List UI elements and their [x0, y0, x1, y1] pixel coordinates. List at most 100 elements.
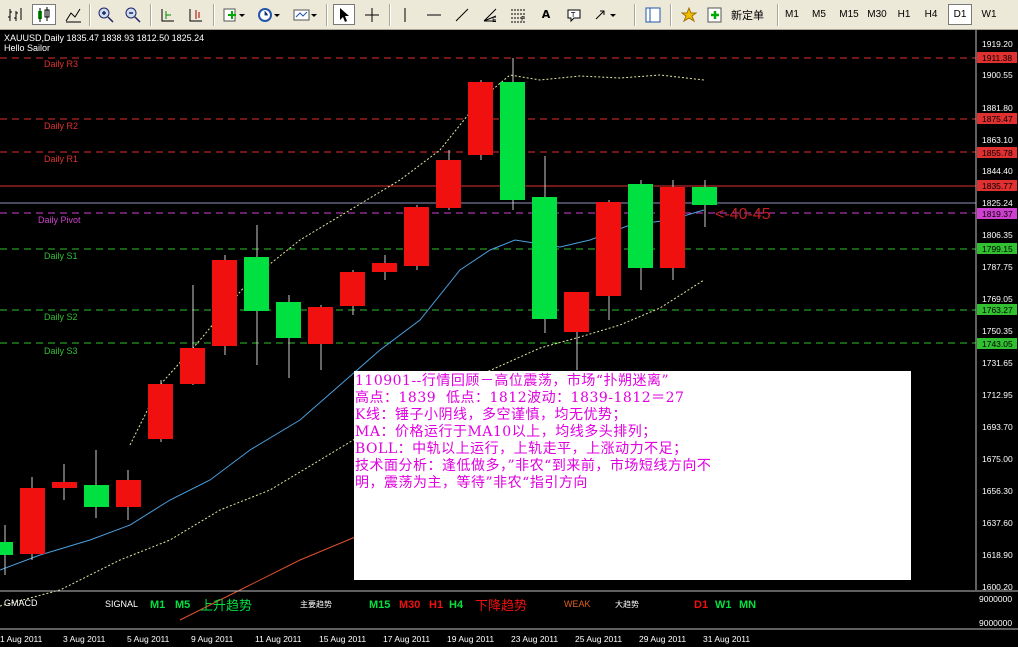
date-tick: 17 Aug 2011 [383, 634, 430, 644]
label-s1: Daily S1 [44, 251, 78, 261]
zoom-in-icon[interactable] [95, 4, 117, 25]
date-tick: 9 Aug 2011 [191, 634, 234, 644]
analysis-line: MA：价格运行于MA10以上，均线多头排列； [355, 424, 657, 440]
crosshair-icon[interactable] [361, 4, 383, 25]
label-s3: Daily S3 [44, 346, 78, 356]
toolbar: E F A T 新定单 M1 M5 M15 M30 H1 H4 D1 W1 [0, 0, 1018, 30]
candle [148, 380, 173, 442]
level-tag: 1911.38 [982, 53, 1012, 63]
new-order-label: 新定单 [731, 8, 764, 22]
date-tick: 29 Aug 2011 [639, 634, 686, 644]
big-trend-label: 大趋势 [615, 599, 639, 609]
label-r3: Daily R3 [44, 59, 78, 69]
level-tag: 1819.37 [982, 209, 1013, 219]
analysis-line: 高点：1839 低点：1812波动：1839-1812＝27 [355, 390, 685, 406]
price-tick: 1675.00 [982, 454, 1013, 464]
h1-label: H1 [429, 599, 443, 611]
text-tool-icon[interactable]: A [535, 4, 557, 25]
price-tick: 1919.20 [982, 39, 1013, 49]
sub-scale-bottom: 9000000 [979, 618, 1012, 628]
periods-icon[interactable] [254, 4, 284, 25]
label-pivot: Daily Pivot [38, 215, 81, 225]
range-annotation: <-40-45 [715, 206, 771, 223]
price-tick: 1863.10 [982, 135, 1013, 145]
fibonacci-fan-icon[interactable]: E [479, 4, 501, 25]
candlestick-icon[interactable] [32, 4, 56, 25]
line-chart-icon[interactable] [62, 4, 84, 25]
price-tick: 1844.40 [982, 166, 1013, 176]
horizontal-line-icon[interactable] [423, 4, 445, 25]
mn-label: MN [739, 599, 756, 611]
svg-text:T: T [570, 11, 576, 19]
svg-text:F: F [521, 15, 525, 23]
date-tick: 3 Aug 2011 [63, 634, 106, 644]
main-trend-label: 主要趋势 [300, 599, 332, 609]
text-label-icon[interactable]: T [563, 4, 585, 25]
up-trend-label: 上升趋势 [200, 598, 252, 613]
bar-chart-icon[interactable] [4, 4, 26, 25]
date-tick: 19 Aug 2011 [447, 634, 494, 644]
auto-scroll-icon[interactable] [157, 4, 179, 25]
chart-shift-icon[interactable] [185, 4, 207, 25]
vertical-line-icon[interactable] [394, 4, 416, 25]
level-tag: 1799.15 [982, 244, 1013, 254]
tf-m30[interactable]: M30 [863, 4, 891, 25]
analysis-line: 110901--行情回顾－高位震荡，市场“扑朔迷离” [355, 373, 670, 389]
m1-label: M1 [150, 599, 165, 611]
date-tick: 1 Aug 2011 [0, 634, 43, 644]
cursor-icon[interactable] [333, 4, 355, 25]
zoom-out-icon[interactable] [122, 4, 144, 25]
w1-label: W1 [715, 599, 732, 611]
date-tick: 25 Aug 2011 [575, 634, 622, 644]
price-tick: 1712.95 [982, 390, 1013, 400]
level-tag: 1763.27 [982, 305, 1013, 315]
candle [212, 255, 237, 355]
h4-label: H4 [449, 599, 464, 611]
tf-m5[interactable]: M5 [808, 4, 830, 25]
tf-w1[interactable]: W1 [977, 4, 1001, 25]
label-s2: Daily S2 [44, 312, 78, 322]
new-order-button[interactable]: 新定单 [707, 4, 773, 25]
analysis-line: 明，震荡为主，等待”非农“指引方向 [355, 475, 588, 491]
tf-m15[interactable]: M15 [835, 4, 863, 25]
price-tick: 1693.70 [982, 422, 1013, 432]
m15-label: M15 [369, 599, 390, 611]
analysis-box: 110901--行情回顾－高位震荡，市场“扑朔迷离” 高点：1839 低点：18… [354, 371, 911, 580]
date-tick: 11 Aug 2011 [255, 634, 302, 644]
analysis-line: 技术面分析：逢低做多，”非农“到来前，市场短线方向不 [355, 458, 712, 474]
trendline-icon[interactable] [451, 4, 473, 25]
indicator-name: Hello Sailor [4, 43, 50, 53]
navigator-icon[interactable] [642, 4, 664, 25]
tf-d1[interactable]: D1 [948, 4, 972, 25]
arrows-icon[interactable] [591, 4, 621, 25]
label-r2: Daily R2 [44, 121, 78, 131]
tf-h4[interactable]: H4 [920, 4, 942, 25]
d1-label: D1 [694, 599, 708, 611]
price-tick: 1900.55 [982, 70, 1013, 80]
price-tick: 1806.35 [982, 230, 1013, 240]
price-tick: 1618.90 [982, 550, 1013, 560]
sub-scale-top: 9000000 [979, 594, 1012, 604]
price-tick: 1731.65 [982, 358, 1013, 368]
candle [468, 80, 493, 160]
signal-label: SIGNAL [105, 599, 138, 609]
price-tick: 1825.24 [982, 198, 1013, 208]
analysis-line: BOLL：中轨以上运行，上轨走平，上涨动力不足； [355, 441, 688, 457]
m5-label: M5 [175, 599, 190, 611]
level-tag: 1743.05 [982, 339, 1013, 349]
price-tick: 1787.75 [982, 262, 1013, 272]
expert-advisors-icon[interactable] [678, 4, 700, 25]
level-tag: 1855.78 [982, 148, 1013, 158]
date-tick: 15 Aug 2011 [319, 634, 366, 644]
price-tick: 1637.60 [982, 518, 1013, 528]
date-tick: 31 Aug 2011 [703, 634, 750, 644]
svg-text:E: E [492, 16, 496, 23]
level-tag: 1835.77 [982, 181, 1013, 191]
fibonacci-icon[interactable]: F [507, 4, 529, 25]
indicators-icon[interactable] [220, 4, 248, 25]
tf-h1[interactable]: H1 [893, 4, 915, 25]
price-tick: 1881.80 [982, 103, 1013, 113]
templates-icon[interactable] [290, 4, 320, 25]
tf-m1[interactable]: M1 [781, 4, 803, 25]
m30-label: M30 [399, 599, 420, 611]
